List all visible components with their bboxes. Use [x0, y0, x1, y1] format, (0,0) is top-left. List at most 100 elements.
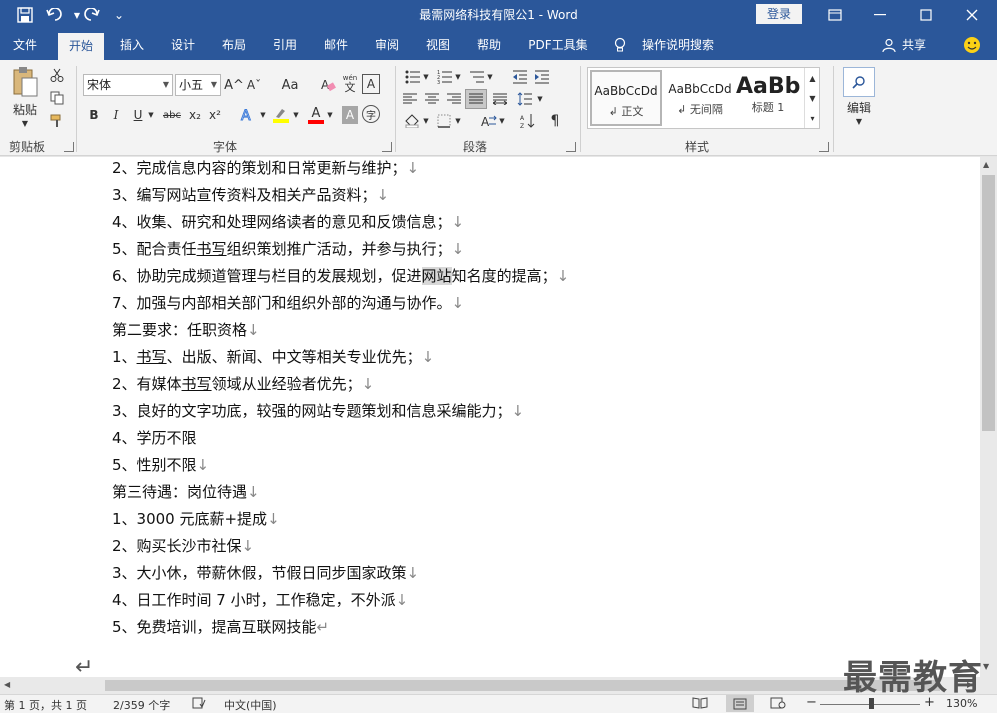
undo-icon[interactable]	[44, 4, 66, 26]
align-left-icon[interactable]	[400, 90, 420, 108]
align-right-icon[interactable]	[444, 90, 464, 108]
tab-review[interactable]: 审阅	[365, 30, 409, 60]
shrink-font-icon[interactable]: Aˇ	[245, 74, 263, 96]
clear-formatting-icon[interactable]: A	[318, 74, 338, 96]
vertical-scrollbar[interactable]: ▲ ▼	[980, 157, 997, 677]
horizontal-scroll-thumb[interactable]	[105, 680, 940, 691]
italic-button[interactable]: I	[107, 104, 125, 126]
styles-scroll-down-icon[interactable]: ▼	[805, 89, 820, 107]
find-search-icon[interactable]	[843, 67, 875, 97]
numbering-dropdown-icon[interactable]: ▼	[454, 68, 462, 86]
paragraph-line[interactable]: 5、配合责任书写组织策划推广活动，并参与执行；↓	[112, 238, 464, 259]
show-hide-marks-icon[interactable]: ¶	[546, 112, 564, 130]
tab-insert[interactable]: 插入	[110, 30, 154, 60]
page-count[interactable]: 第 1 页，共 1 页	[4, 697, 87, 713]
format-painter-icon[interactable]	[48, 112, 66, 130]
tab-file[interactable]: 文件	[0, 30, 50, 60]
paragraph-launcher-icon[interactable]	[566, 142, 576, 152]
style-heading-1[interactable]: AaBb 标题 1	[736, 70, 800, 126]
sort-icon[interactable]: AZ	[518, 112, 538, 130]
phonetic-guide-icon[interactable]: wén 文	[340, 72, 360, 96]
customize-qat-icon[interactable]: ⌄	[108, 4, 130, 26]
share-button[interactable]: 共享	[898, 30, 930, 60]
zoom-slider-thumb[interactable]	[869, 698, 874, 709]
close-icon[interactable]	[949, 0, 995, 30]
styles-more-icon[interactable]: ▾	[805, 109, 820, 127]
highlight-icon[interactable]	[270, 104, 292, 126]
vertical-scroll-thumb[interactable]	[982, 175, 995, 431]
paragraph-line[interactable]: 6、协助完成频道管理与栏目的发展规划，促进网站知名度的提高；↓	[112, 265, 569, 286]
minimize-icon[interactable]	[857, 0, 903, 30]
line-spacing-dropdown-icon[interactable]: ▼	[536, 90, 544, 108]
chinese-layout-icon[interactable]: A	[478, 112, 500, 130]
bullets-icon[interactable]	[402, 68, 424, 86]
distributed-icon[interactable]	[490, 90, 510, 108]
paragraph-line[interactable]: 1、书写、出版、新闻、中文等相关专业优先；↓	[112, 346, 434, 367]
paragraph-line[interactable]: 5、性别不限↓	[112, 454, 209, 475]
paragraph-line[interactable]: 7、加强与内部相关部门和组织外部的沟通与协作。↓	[112, 292, 464, 313]
font-size-dropdown-icon[interactable]: ▼	[211, 75, 217, 95]
character-shading-icon[interactable]: A	[342, 106, 358, 124]
increase-indent-icon[interactable]	[532, 68, 552, 86]
paragraph-line[interactable]: 4、日工作时间 7 小时，工作稳定，不外派↓	[112, 589, 408, 610]
tab-help[interactable]: 帮助	[467, 30, 511, 60]
tell-me-search[interactable]: 操作说明搜索	[636, 30, 720, 60]
smiley-feedback-icon[interactable]	[960, 30, 984, 60]
paragraph-line[interactable]: 4、学历不限	[112, 427, 197, 448]
underline-dropdown-icon[interactable]: ▼	[146, 104, 156, 126]
editing-dropdown-icon[interactable]: ▼	[852, 116, 866, 126]
styles-scroll-up-icon[interactable]: ▲	[805, 69, 820, 87]
tab-references[interactable]: 引用	[263, 30, 307, 60]
multilevel-list-icon[interactable]	[466, 68, 488, 86]
maximize-icon[interactable]	[903, 0, 949, 30]
paragraph-line[interactable]: 3、良好的文字功底，较强的网站专题策划和信息采编能力；↓	[112, 400, 524, 421]
multilevel-dropdown-icon[interactable]: ▼	[486, 68, 494, 86]
borders-icon[interactable]	[434, 112, 454, 130]
font-launcher-icon[interactable]	[382, 142, 392, 152]
save-icon[interactable]	[14, 4, 36, 26]
scroll-left-icon[interactable]: ◀	[4, 680, 10, 689]
chinese-layout-dropdown-icon[interactable]: ▼	[498, 112, 506, 130]
grow-font-icon[interactable]: A^	[224, 74, 244, 96]
ribbon-display-options-icon[interactable]	[812, 0, 858, 30]
proofing-icon[interactable]	[192, 697, 206, 712]
cut-icon[interactable]	[48, 66, 66, 84]
enclose-characters-icon[interactable]: 字	[362, 105, 380, 123]
shading-icon[interactable]	[402, 112, 422, 130]
scroll-up-icon[interactable]: ▲	[983, 160, 989, 169]
subscript-button[interactable]: x₂	[186, 104, 204, 126]
style-normal[interactable]: AaBbCcDd ↲ 正文	[590, 70, 662, 126]
font-color-dropdown-icon[interactable]: ▼	[325, 104, 335, 126]
decrease-indent-icon[interactable]	[510, 68, 530, 86]
editing-button[interactable]: 编辑	[836, 98, 882, 116]
underline-button[interactable]: U	[129, 104, 147, 126]
bold-button[interactable]: B	[85, 104, 103, 126]
align-center-icon[interactable]	[422, 90, 442, 108]
superscript-button[interactable]: x²	[206, 104, 224, 126]
strikethrough-button[interactable]: abc	[160, 104, 184, 126]
clipboard-launcher-icon[interactable]	[64, 142, 74, 152]
tab-design[interactable]: 设计	[161, 30, 205, 60]
text-effects-dropdown-icon[interactable]: ▼	[258, 104, 268, 126]
scroll-down-icon[interactable]: ▼	[983, 662, 989, 671]
bullets-dropdown-icon[interactable]: ▼	[422, 68, 430, 86]
paragraph-line[interactable]: 第二要求：任职资格↓	[112, 319, 260, 340]
word-count[interactable]: 2/359 个字	[113, 697, 170, 713]
paragraph-line[interactable]: 3、编写网站宣传资料及相关产品资料；↓	[112, 184, 389, 205]
character-border-icon[interactable]: A	[362, 74, 380, 94]
web-layout-icon[interactable]	[770, 697, 786, 712]
font-color-icon[interactable]: A	[306, 104, 326, 126]
language-indicator[interactable]: 中文(中国)	[224, 697, 277, 713]
line-spacing-icon[interactable]	[514, 90, 536, 108]
shading-dropdown-icon[interactable]: ▼	[422, 112, 430, 130]
font-name-combo[interactable]: 宋体 ▼	[83, 74, 173, 96]
tab-pdf-tools[interactable]: PDF工具集	[518, 30, 598, 60]
paragraph-line[interactable]: 4、收集、研究和处理网络读者的意见和反馈信息；↓	[112, 211, 464, 232]
tab-mailings[interactable]: 邮件	[314, 30, 358, 60]
print-layout-icon[interactable]	[726, 695, 754, 712]
paste-dropdown-icon[interactable]: ▼	[18, 118, 32, 128]
paragraph-line[interactable]: 2、完成信息内容的策划和日常更新与维护；↓	[112, 157, 419, 178]
styles-launcher-icon[interactable]	[819, 142, 829, 152]
copy-icon[interactable]	[48, 89, 66, 107]
borders-dropdown-icon[interactable]: ▼	[454, 112, 462, 130]
